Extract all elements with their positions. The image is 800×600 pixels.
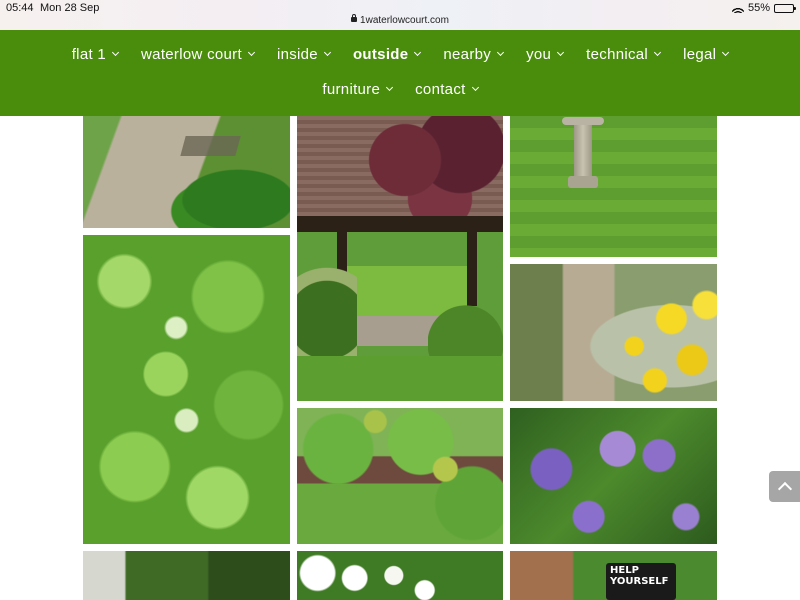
purple-scabious-photo[interactable]	[510, 408, 717, 544]
yellow-flowers-photo[interactable]	[510, 264, 717, 401]
birdbath-lawn-photo[interactable]	[510, 116, 717, 257]
status-date: Mon 28 Sep	[40, 2, 100, 14]
status-indicators: 55%	[731, 2, 796, 14]
nav-item-label: outside	[352, 46, 409, 63]
chevron-down-icon	[247, 48, 255, 57]
front-lawn	[297, 356, 503, 401]
nav-row-1: flat 1 waterlow court inside outside nea…	[0, 46, 800, 63]
help-yourself-sign-photo[interactable]: HELP YOURSELF	[510, 551, 717, 600]
nav-item-outside[interactable]: outside	[352, 46, 422, 63]
nav-item-flat-1[interactable]: flat 1	[71, 46, 120, 63]
chevron-down-icon	[497, 48, 505, 57]
birdbath-base	[568, 176, 598, 188]
birdbath-bowl	[562, 117, 604, 125]
nav-item-inside[interactable]: inside	[276, 46, 331, 63]
daisies-photo[interactable]	[297, 551, 503, 600]
status-time: 05:44	[6, 2, 34, 14]
sign-text: HELP YOURSELF	[610, 565, 669, 587]
main-navigation: flat 1 waterlow court inside outside nea…	[0, 30, 800, 116]
nav-item-nearby[interactable]: nearby	[443, 46, 505, 63]
nav-item-label: nearby	[443, 46, 492, 63]
nav-item-label: technical	[586, 46, 649, 63]
birdbath-pedestal	[574, 125, 592, 180]
nav-row-2: furniture contact	[0, 81, 800, 98]
photo-gallery: HELP YOURSELF	[0, 116, 800, 600]
chevron-down-icon	[722, 48, 730, 57]
battery-percent: 55%	[747, 2, 770, 14]
nav-item-furniture[interactable]: furniture	[322, 81, 394, 98]
address-bar[interactable]: 1waterlowcourt.com	[0, 14, 800, 26]
nav-item-waterlow-court[interactable]: waterlow court	[141, 46, 255, 63]
wifi-icon	[731, 3, 744, 13]
nav-item-label: legal	[683, 46, 717, 63]
nav-item-contact[interactable]: contact	[415, 81, 479, 98]
chevron-down-icon	[557, 48, 565, 57]
apple-tree-photo[interactable]	[297, 408, 503, 544]
nav-item-you[interactable]: you	[526, 46, 565, 63]
chevron-down-icon	[386, 83, 394, 92]
sedum-plant-photo[interactable]	[83, 235, 290, 544]
chevron-down-icon	[112, 48, 120, 57]
chevron-down-icon	[654, 48, 662, 57]
chevron-down-icon	[471, 83, 479, 92]
nav-item-technical[interactable]: technical	[586, 46, 662, 63]
nav-item-label: inside	[276, 46, 318, 63]
nav-item-label: flat 1	[71, 46, 107, 63]
help-yourself-sign: HELP YOURSELF	[606, 563, 676, 600]
nav-item-label: contact	[415, 81, 466, 98]
address-url: 1waterlowcourt.com	[360, 15, 449, 26]
scroll-to-top-button[interactable]	[769, 471, 800, 502]
nav-item-label: waterlow court	[141, 46, 242, 63]
house-garden-photo[interactable]	[83, 551, 290, 600]
status-bar: 05:44 Mon 28 Sep 1waterlowcourt.com 55%	[0, 0, 800, 30]
nav-item-legal[interactable]: legal	[683, 46, 730, 63]
copper-beech-foliage	[363, 116, 503, 226]
chevron-down-icon	[323, 48, 331, 57]
lock-icon	[351, 14, 358, 22]
battery-icon	[774, 3, 796, 13]
garden-path-photo[interactable]	[83, 116, 290, 228]
nav-item-label: you	[526, 46, 552, 63]
nav-item-label: furniture	[322, 81, 381, 98]
chevron-down-icon	[414, 48, 422, 57]
pergola-lawn-photo[interactable]	[297, 116, 503, 401]
